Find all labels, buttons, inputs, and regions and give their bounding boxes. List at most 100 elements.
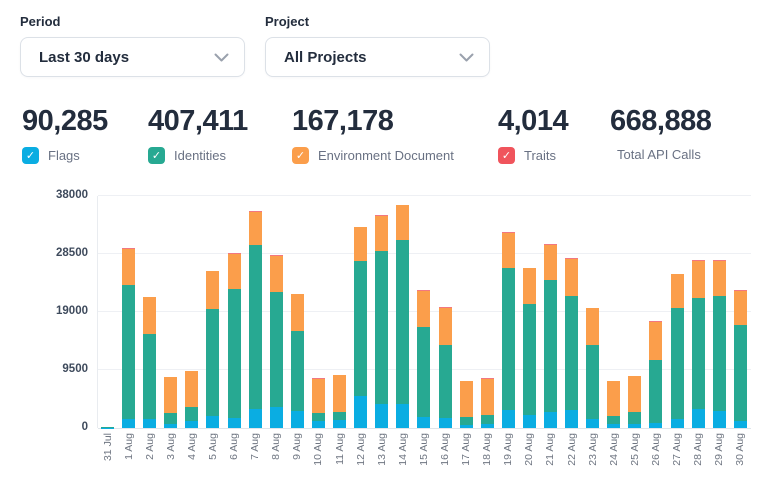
bar-column-28-aug [688,196,709,428]
segment-environment-document [649,322,662,360]
segment-flags [586,419,599,428]
bar-column-10-aug [308,196,329,428]
bar-column-25-aug [624,196,645,428]
segment-environment-document [734,291,747,326]
segment-identities [460,417,473,425]
segment-flags [143,419,156,428]
segment-flags [692,409,705,428]
stacked-bar [544,244,557,428]
segment-flags [375,404,388,428]
x-tick-label: 3 Aug [165,433,177,460]
bar-column-6-aug [224,196,245,428]
bar-column-13-aug [371,196,392,428]
segment-flags [354,396,367,428]
segment-flags [671,419,684,428]
stacked-bar [291,294,304,428]
segment-identities [502,268,515,410]
project-select-value: All Projects [284,49,367,66]
x-tick-label: 10 Aug [312,433,324,466]
segment-identities [228,289,241,418]
y-tick-label: 0 [0,421,88,433]
stat-value: 4,014 [498,104,610,138]
segment-flags [291,411,304,428]
x-tick-label: 13 Aug [376,433,388,466]
segment-flags [312,421,325,428]
bar-column-3-aug [160,196,181,428]
segment-flags [544,412,557,428]
segment-flags [164,424,177,428]
stacked-bar [354,227,367,428]
stat-environment-document: 167,178✓Environment Document [292,104,498,164]
segment-flags [713,411,726,428]
x-tick-label: 20 Aug [523,433,535,466]
stacked-bar [417,290,430,428]
filters-bar: Period Last 30 days Project All Projects [20,14,490,77]
x-tick-label: 29 Aug [713,433,725,466]
segment-environment-document [502,233,515,268]
x-tick-label: 25 Aug [629,433,641,466]
segment-flags [333,420,346,428]
segment-environment-document [417,291,430,327]
stat-flags: 90,285✓Flags [22,104,148,164]
segment-identities [333,412,346,420]
x-tick-label: 23 Aug [587,433,599,466]
bar-column-23-aug [582,196,603,428]
bar-column-22-aug [561,196,582,428]
x-tick-label: 28 Aug [692,433,704,466]
traits-checkbox[interactable]: ✓ [498,147,515,164]
stacked-bar [439,307,452,428]
stacked-bar [143,297,156,428]
x-tick-label: 14 Aug [397,433,409,466]
segment-flags [502,410,515,428]
stat-legend: ✓Environment Document [292,147,498,164]
segment-identities [586,345,599,419]
project-select[interactable]: All Projects [265,37,490,77]
y-tick-label: 28500 [0,247,88,259]
bar-column-9-aug [287,196,308,428]
segment-identities [185,407,198,422]
stat-legend: ✓Flags [22,147,148,164]
segment-identities [649,360,662,423]
period-select[interactable]: Last 30 days [20,37,245,77]
segment-flags [270,407,283,428]
segment-flags [122,419,135,428]
segment-identities [481,415,494,424]
segment-identities [628,412,641,424]
bar-column-17-aug [456,196,477,428]
bar-column-8-aug [266,196,287,428]
segment-environment-document [460,381,473,417]
segment-environment-document [249,212,262,246]
x-tick-label: 15 Aug [418,433,430,466]
stat-legend: ✓ Identities [148,147,292,164]
environment-document-checkbox[interactable]: ✓ [292,147,309,164]
segment-identities [291,331,304,411]
bar-column-1-aug [118,196,139,428]
flags-checkbox[interactable]: ✓ [22,147,39,164]
stacked-bar [565,258,578,428]
segment-identities [671,308,684,419]
stacked-bar [122,248,135,428]
identities-checkbox[interactable]: ✓ [148,147,165,164]
period-control: Period Last 30 days [20,14,245,77]
stat-label: Identities [174,148,226,163]
x-tick-label: 4 Aug [186,433,198,460]
x-tick-label: 19 Aug [502,433,514,466]
x-tick-label: 24 Aug [608,433,620,466]
segment-environment-document [692,261,705,298]
segment-identities [439,345,452,418]
project-control: Project All Projects [265,14,490,77]
segment-environment-document [164,377,177,412]
segment-identities [164,413,177,424]
segment-environment-document [312,379,325,414]
segment-environment-document [439,308,452,345]
stat-label: Total API Calls [617,147,701,162]
y-tick-label: 9500 [0,363,88,375]
segment-flags [249,409,262,428]
segment-environment-document [396,205,409,240]
stacked-bar [375,215,388,428]
segment-environment-document [586,308,599,345]
x-tick-label: 30 Aug [734,433,746,466]
bar-column-19-aug [498,196,519,428]
stat-legend: ✓Traits [498,147,610,164]
segment-identities [523,304,536,415]
